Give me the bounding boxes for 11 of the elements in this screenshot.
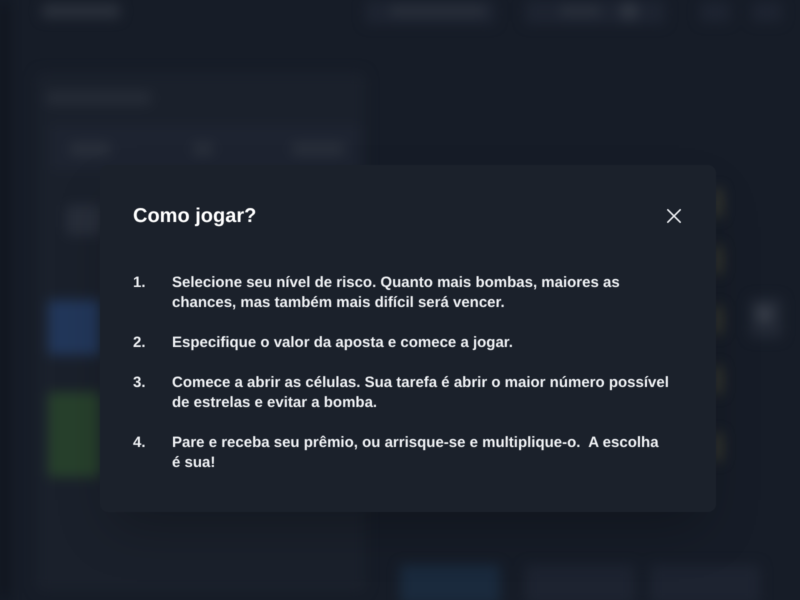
step-number: 1.: [133, 273, 147, 293]
step-text: Especifique o valor da aposta e comece a jogar.: [172, 333, 514, 353]
close-icon: [667, 209, 681, 223]
step-text: Selecione seu nível de risco. Quanto mais bombas, maiores as chances, mas também mais difícil será vencer.: [172, 273, 621, 313]
dialog-title: Como jogar?: [133, 204, 256, 229]
close-button[interactable]: [664, 206, 684, 226]
step-number: 2.: [133, 333, 147, 353]
step-text: Pare e receba seu prêmio, ou arrisque-se e multiplique-o. A escolha é sua!: [172, 433, 660, 473]
step-text: Comece a abrir as células. Sua tarefa é abrir o maior número possível de estrelas e evitar a bomba.: [172, 373, 670, 413]
step-number: 3.: [133, 373, 147, 393]
step-number: 4.: [133, 433, 147, 453]
